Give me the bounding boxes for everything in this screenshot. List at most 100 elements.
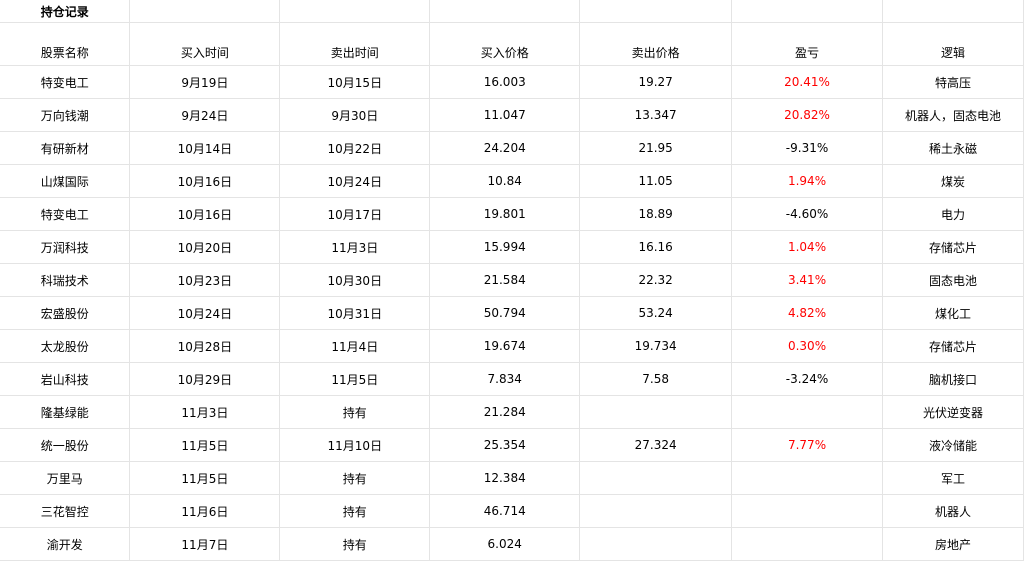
- sell-price-cell[interactable]: 11.05: [579, 164, 733, 198]
- sell-date-cell[interactable]: 10月30日: [279, 263, 431, 297]
- sell-price-cell[interactable]: [579, 494, 733, 528]
- stock-name-cell[interactable]: 特变电工: [0, 197, 131, 231]
- sell-price-cell[interactable]: 53.24: [579, 296, 733, 330]
- sell-price-cell[interactable]: 21.95: [579, 131, 733, 165]
- buy-price-cell[interactable]: 12.384: [429, 461, 581, 495]
- buy-date-cell[interactable]: 9月19日: [129, 65, 281, 99]
- logic-cell[interactable]: 煤化工: [882, 296, 1024, 330]
- empty-cell[interactable]: [429, 0, 581, 23]
- sell-date-cell[interactable]: 10月15日: [279, 65, 431, 99]
- header-pnl[interactable]: 盈亏: [731, 22, 883, 66]
- logic-cell[interactable]: 煤炭: [882, 164, 1024, 198]
- stock-name-cell[interactable]: 宏盛股份: [0, 296, 131, 330]
- logic-cell[interactable]: 稀土永磁: [882, 131, 1024, 165]
- pnl-cell[interactable]: [731, 395, 883, 429]
- pnl-cell[interactable]: 0.30%: [731, 329, 883, 363]
- sell-date-cell[interactable]: 11月3日: [279, 230, 431, 264]
- buy-date-cell[interactable]: 11月5日: [129, 461, 281, 495]
- logic-cell[interactable]: 存储芯片: [882, 230, 1024, 264]
- sell-date-cell[interactable]: 10月22日: [279, 131, 431, 165]
- sell-date-cell[interactable]: 11月4日: [279, 329, 431, 363]
- logic-cell[interactable]: 机器人，固态电池: [882, 98, 1024, 132]
- pnl-cell[interactable]: 20.41%: [731, 65, 883, 99]
- sell-price-cell[interactable]: 7.58: [579, 362, 733, 396]
- header-logic[interactable]: 逻辑: [882, 22, 1024, 66]
- buy-date-cell[interactable]: 10月16日: [129, 164, 281, 198]
- buy-date-cell[interactable]: 10月28日: [129, 329, 281, 363]
- pnl-cell[interactable]: [731, 494, 883, 528]
- stock-name-cell[interactable]: 岩山科技: [0, 362, 131, 396]
- sell-price-cell[interactable]: 22.32: [579, 263, 733, 297]
- sell-date-cell[interactable]: 持有: [279, 461, 431, 495]
- pnl-cell[interactable]: 1.94%: [731, 164, 883, 198]
- buy-date-cell[interactable]: 10月29日: [129, 362, 281, 396]
- stock-name-cell[interactable]: 特变电工: [0, 65, 131, 99]
- logic-cell[interactable]: 电力: [882, 197, 1024, 231]
- empty-cell[interactable]: [279, 0, 431, 23]
- stock-name-cell[interactable]: 万里马: [0, 461, 131, 495]
- stock-name-cell[interactable]: 有研新材: [0, 131, 131, 165]
- pnl-cell[interactable]: 20.82%: [731, 98, 883, 132]
- buy-date-cell[interactable]: 10月24日: [129, 296, 281, 330]
- buy-price-cell[interactable]: 19.674: [429, 329, 581, 363]
- stock-name-cell[interactable]: 统一股份: [0, 428, 131, 462]
- empty-cell[interactable]: [731, 0, 883, 23]
- buy-price-cell[interactable]: 21.584: [429, 263, 581, 297]
- sell-price-cell[interactable]: 16.16: [579, 230, 733, 264]
- buy-date-cell[interactable]: 10月14日: [129, 131, 281, 165]
- sell-date-cell[interactable]: 11月5日: [279, 362, 431, 396]
- stock-name-cell[interactable]: 隆基绿能: [0, 395, 131, 429]
- logic-cell[interactable]: 存储芯片: [882, 329, 1024, 363]
- buy-price-cell[interactable]: 15.994: [429, 230, 581, 264]
- stock-name-cell[interactable]: 山煤国际: [0, 164, 131, 198]
- stock-name-cell[interactable]: 三花智控: [0, 494, 131, 528]
- buy-price-cell[interactable]: 24.204: [429, 131, 581, 165]
- header-sell-date[interactable]: 卖出时间: [279, 22, 431, 66]
- empty-cell[interactable]: [579, 0, 733, 23]
- empty-cell[interactable]: [882, 0, 1024, 23]
- buy-date-cell[interactable]: 10月16日: [129, 197, 281, 231]
- pnl-cell[interactable]: 4.82%: [731, 296, 883, 330]
- buy-price-cell[interactable]: 7.834: [429, 362, 581, 396]
- buy-price-cell[interactable]: 25.354: [429, 428, 581, 462]
- header-buy-date[interactable]: 买入时间: [129, 22, 281, 66]
- buy-price-cell[interactable]: 6.024: [429, 527, 581, 561]
- sell-price-cell[interactable]: [579, 527, 733, 561]
- stock-name-cell[interactable]: 渝开发: [0, 527, 131, 561]
- logic-cell[interactable]: 脑机接口: [882, 362, 1024, 396]
- buy-date-cell[interactable]: 11月3日: [129, 395, 281, 429]
- sheet-title[interactable]: 持仓记录: [0, 0, 131, 23]
- sell-date-cell[interactable]: 持有: [279, 395, 431, 429]
- pnl-cell[interactable]: 7.77%: [731, 428, 883, 462]
- sell-price-cell[interactable]: [579, 395, 733, 429]
- sell-date-cell[interactable]: 持有: [279, 527, 431, 561]
- pnl-cell[interactable]: 1.04%: [731, 230, 883, 264]
- pnl-cell[interactable]: -4.60%: [731, 197, 883, 231]
- buy-price-cell[interactable]: 19.801: [429, 197, 581, 231]
- buy-price-cell[interactable]: 11.047: [429, 98, 581, 132]
- pnl-cell[interactable]: [731, 527, 883, 561]
- buy-price-cell[interactable]: 16.003: [429, 65, 581, 99]
- sell-price-cell[interactable]: 19.734: [579, 329, 733, 363]
- buy-date-cell[interactable]: 11月6日: [129, 494, 281, 528]
- header-sell-price[interactable]: 卖出价格: [579, 22, 733, 66]
- stock-name-cell[interactable]: 万向钱潮: [0, 98, 131, 132]
- empty-cell[interactable]: [129, 0, 281, 23]
- sell-date-cell[interactable]: 10月31日: [279, 296, 431, 330]
- sell-price-cell[interactable]: 27.324: [579, 428, 733, 462]
- pnl-cell[interactable]: 3.41%: [731, 263, 883, 297]
- sell-date-cell[interactable]: 持有: [279, 494, 431, 528]
- logic-cell[interactable]: 特高压: [882, 65, 1024, 99]
- pnl-cell[interactable]: [731, 461, 883, 495]
- stock-name-cell[interactable]: 太龙股份: [0, 329, 131, 363]
- logic-cell[interactable]: 军工: [882, 461, 1024, 495]
- sell-date-cell[interactable]: 9月30日: [279, 98, 431, 132]
- buy-price-cell[interactable]: 10.84: [429, 164, 581, 198]
- logic-cell[interactable]: 固态电池: [882, 263, 1024, 297]
- buy-date-cell[interactable]: 9月24日: [129, 98, 281, 132]
- buy-price-cell[interactable]: 46.714: [429, 494, 581, 528]
- sell-price-cell[interactable]: 18.89: [579, 197, 733, 231]
- logic-cell[interactable]: 机器人: [882, 494, 1024, 528]
- logic-cell[interactable]: 光伏逆变器: [882, 395, 1024, 429]
- buy-date-cell[interactable]: 10月23日: [129, 263, 281, 297]
